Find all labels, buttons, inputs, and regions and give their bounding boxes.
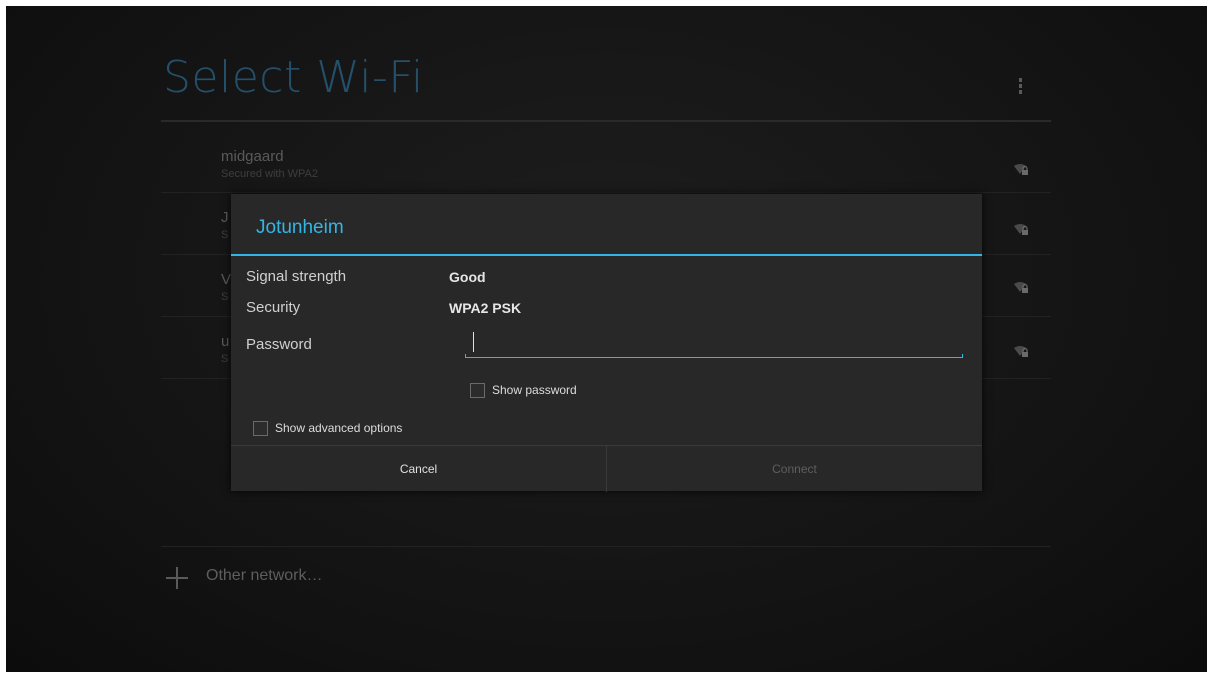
network-item[interactable]: midgaard Secured with WPA2 [161, 130, 1051, 193]
show-password-checkbox[interactable] [470, 383, 485, 398]
network-security: S [221, 291, 229, 303]
advanced-options-checkbox[interactable] [253, 421, 268, 436]
security-label: Security [246, 299, 301, 316]
password-underline [465, 354, 963, 358]
password-label: Password [246, 336, 312, 353]
show-password-label: Show password [492, 383, 577, 397]
dialog-title: Jotunheim [256, 217, 344, 238]
other-network-divider [161, 546, 1051, 547]
overflow-menu-icon[interactable] [1018, 78, 1023, 96]
cancel-button[interactable]: Cancel [231, 446, 606, 492]
advanced-options-label: Show advanced options [275, 421, 403, 435]
signal-strength-label: Signal strength [246, 268, 347, 285]
network-name: u [221, 333, 230, 350]
network-security: S [221, 353, 229, 365]
plus-icon [166, 567, 188, 589]
dialog-button-bar: Cancel Connect [231, 445, 982, 492]
other-network-label: Other network… [206, 567, 323, 584]
network-name: midgaard [221, 148, 284, 165]
connect-button[interactable]: Connect [607, 446, 982, 492]
page-title: Select Wi-Fi [163, 52, 424, 103]
wifi-locked-icon [1014, 164, 1028, 175]
wifi-connect-dialog: Jotunheim Signal strength Good Security … [231, 194, 982, 492]
security-value: WPA2 PSK [449, 300, 522, 316]
wifi-locked-icon [1014, 224, 1028, 235]
wifi-locked-icon [1014, 282, 1028, 293]
wifi-locked-icon [1014, 346, 1028, 357]
password-input[interactable] [465, 330, 963, 358]
network-name: V [221, 271, 232, 288]
wifi-settings-screen: Select Wi-Fi midgaard Secured with WPA2 … [6, 6, 1207, 672]
signal-strength-value: Good [449, 269, 486, 285]
network-security: S [221, 229, 229, 241]
dialog-title-divider [231, 254, 982, 256]
network-name: J [221, 209, 229, 226]
text-cursor [473, 332, 474, 352]
title-divider [161, 120, 1051, 122]
network-security: Secured with WPA2 [221, 168, 319, 180]
